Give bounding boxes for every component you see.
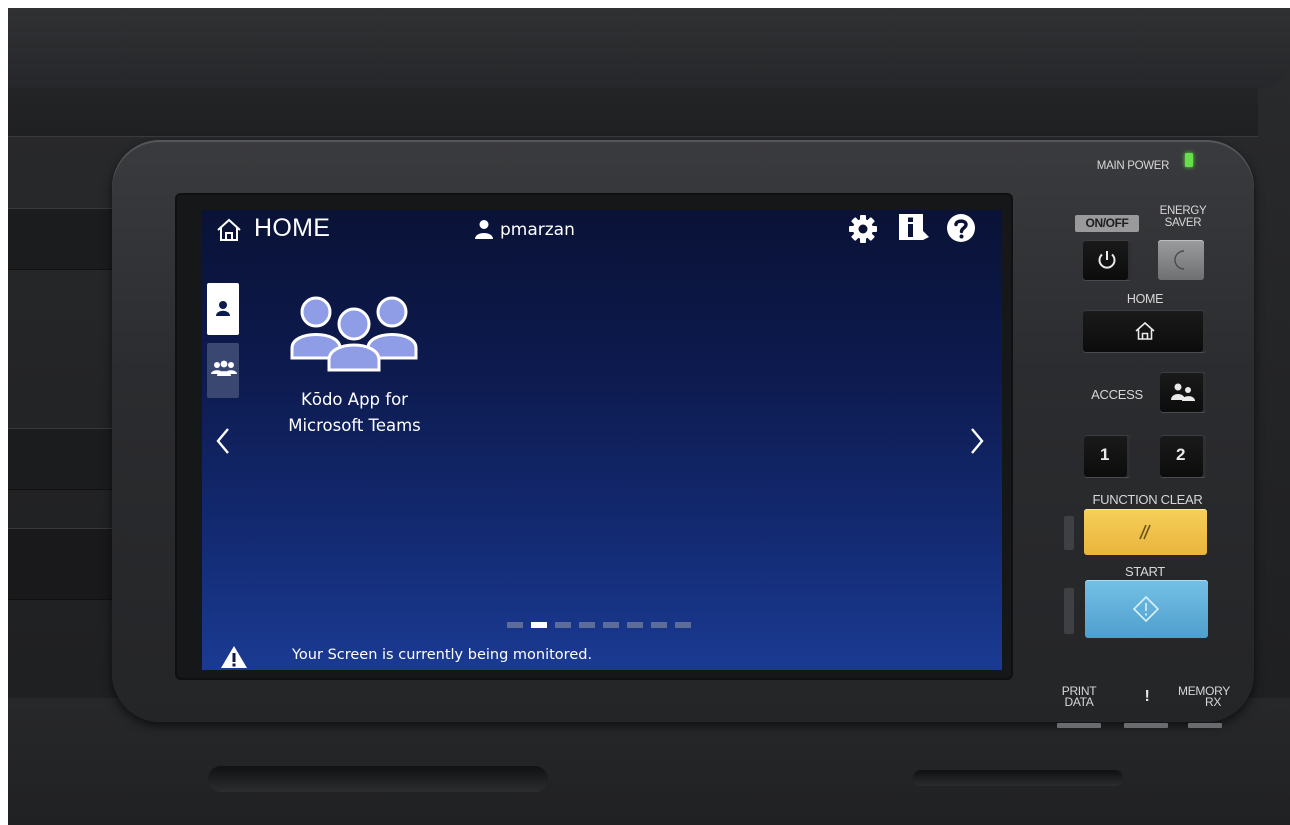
- page-dot[interactable]: [555, 622, 571, 628]
- energy-saver-button[interactable]: [1158, 240, 1204, 280]
- side-slot: [8, 428, 128, 490]
- energy-saver-label: ENERGY SAVER: [1148, 205, 1218, 229]
- chevron-right-icon[interactable]: [966, 424, 988, 458]
- main-power-label: MAIN POWER: [1096, 160, 1170, 172]
- function-clear-button[interactable]: [1084, 509, 1207, 555]
- user-key-2-label: 2: [1176, 445, 1186, 464]
- app-tile-label-line1: Kōdo App for: [301, 390, 408, 409]
- print-data-label-line2: DATA: [1064, 695, 1094, 709]
- start-label: START: [1125, 564, 1165, 579]
- user-key-1[interactable]: 1: [1084, 435, 1130, 477]
- printer-lid-edge: [8, 88, 1258, 137]
- energy-saver-label-line2: SAVER: [1164, 217, 1202, 229]
- group-icon: [211, 360, 237, 376]
- power-button[interactable]: [1083, 240, 1131, 280]
- home-icon[interactable]: [216, 217, 242, 243]
- app-tile-label: Kōdo App for Microsoft Teams: [272, 387, 437, 439]
- access-label: ACCESS: [1091, 387, 1143, 402]
- main-power-led: [1185, 153, 1193, 167]
- memory-rx-label: MEMORY RX: [1168, 684, 1240, 709]
- access-people-icon: [1171, 383, 1195, 401]
- memory-rx-label-line1: MEMORY: [1178, 684, 1230, 698]
- energy-saver-label-line1: ENERGY: [1159, 205, 1207, 217]
- page-title: HOME: [254, 214, 331, 242]
- page-dot[interactable]: [603, 622, 619, 628]
- tab-personal[interactable]: [207, 283, 239, 335]
- home-label: HOME: [1126, 292, 1164, 306]
- function-clear-indicator: [1064, 516, 1074, 550]
- alert-led: [1124, 723, 1168, 728]
- app-tile-kodo-teams[interactable]: Kōdo App for Microsoft Teams: [272, 292, 437, 442]
- page-indicator: [507, 622, 707, 629]
- page-dot[interactable]: [579, 622, 595, 628]
- power-icon: [1098, 251, 1116, 269]
- monitor-warning-text: Your Screen is currently being monitored…: [292, 647, 593, 663]
- print-data-led: [1057, 723, 1101, 728]
- tray-handle-left[interactable]: [208, 766, 548, 792]
- user-icon: [475, 220, 493, 239]
- clear-slash-icon: [1139, 524, 1151, 540]
- memory-rx-label-line2: RX: [1204, 695, 1222, 709]
- page-dot-active[interactable]: [531, 622, 547, 628]
- start-indicator: [1064, 588, 1074, 634]
- help-icon[interactable]: [946, 213, 976, 243]
- access-button[interactable]: [1160, 372, 1206, 412]
- app-tile-label-line2: Microsoft Teams: [288, 416, 421, 435]
- side-slot: [8, 208, 128, 270]
- moon-icon: [1174, 250, 1185, 270]
- side-slot: [8, 528, 128, 600]
- function-clear-label: FUNCTION CLEAR: [1092, 492, 1203, 507]
- print-data-label: PRINT DATA: [1050, 685, 1108, 709]
- tab-group[interactable]: [207, 343, 239, 398]
- user-name[interactable]: pmarzan: [500, 220, 575, 240]
- team-people-icon: [290, 296, 418, 372]
- gear-icon[interactable]: [848, 214, 878, 244]
- touch-screen: HOME pmarzan Kōdo App for Microsoft Team…: [202, 210, 1002, 670]
- start-button[interactable]: [1085, 580, 1208, 638]
- page-dot[interactable]: [651, 622, 667, 628]
- warning-icon: [221, 646, 247, 668]
- user-key-1-label: 1: [1100, 445, 1110, 464]
- alert-label: !: [1144, 688, 1150, 705]
- page-dot[interactable]: [627, 622, 643, 628]
- page-dot[interactable]: [675, 622, 691, 628]
- chevron-left-icon[interactable]: [212, 424, 234, 458]
- printer-lid: [8, 8, 1290, 88]
- page-dot[interactable]: [507, 622, 523, 628]
- memory-rx-led: [1188, 723, 1222, 728]
- home-button[interactable]: [1083, 310, 1206, 352]
- user-key-2[interactable]: 2: [1160, 435, 1206, 477]
- tray-handle-right[interactable]: [913, 770, 1123, 786]
- home-icon: [1135, 321, 1155, 340]
- person-icon: [216, 301, 230, 316]
- start-diamond-icon: [1133, 596, 1159, 622]
- info-icon[interactable]: [898, 213, 930, 243]
- on-off-label: ON/OFF: [1075, 215, 1139, 232]
